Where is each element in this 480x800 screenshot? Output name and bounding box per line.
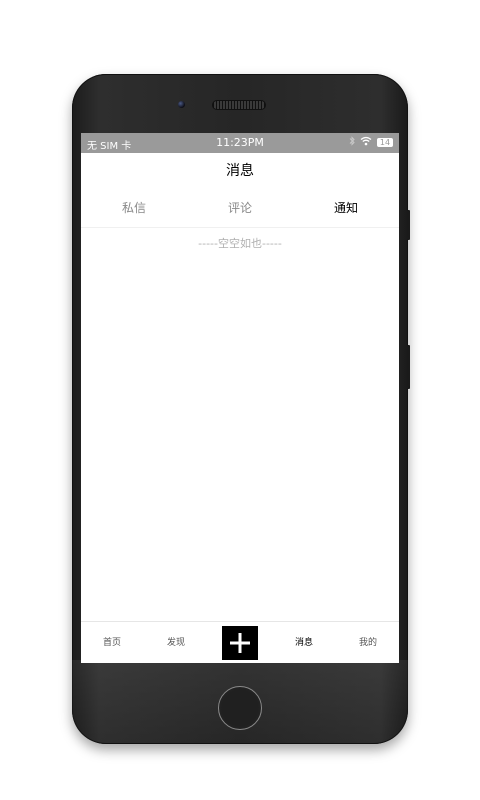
plus-icon bbox=[230, 633, 250, 653]
front-camera bbox=[178, 101, 185, 108]
battery-icon: 14 bbox=[377, 138, 393, 147]
nav-item-discover[interactable]: 发现 bbox=[151, 622, 201, 663]
tab-notifications[interactable]: 通知 bbox=[293, 189, 399, 227]
wifi-icon bbox=[360, 136, 372, 149]
bottom-nav: 首页 发现 消息 我的 bbox=[81, 621, 399, 663]
nav-item-home[interactable]: 首页 bbox=[87, 622, 137, 663]
tab-private-message[interactable]: 私信 bbox=[81, 189, 187, 227]
screen: 无 SIM 卡 11:23PM 14 消息 私信 评论 通知 -----空空如也… bbox=[81, 133, 399, 663]
bluetooth-icon bbox=[349, 136, 355, 149]
volume-button bbox=[407, 210, 410, 240]
nav-item-messages[interactable]: 消息 bbox=[279, 622, 329, 663]
home-button[interactable] bbox=[218, 686, 262, 730]
status-bar: 无 SIM 卡 11:23PM 14 bbox=[81, 133, 399, 153]
earpiece-speaker bbox=[212, 100, 266, 110]
message-tabs: 私信 评论 通知 bbox=[81, 189, 399, 228]
status-icons: 14 bbox=[349, 136, 393, 149]
nav-item-me[interactable]: 我的 bbox=[343, 622, 393, 663]
tab-comments[interactable]: 评论 bbox=[187, 189, 293, 227]
page-title: 消息 bbox=[226, 163, 254, 179]
empty-state-text: -----空空如也----- bbox=[198, 237, 282, 250]
add-post-button[interactable] bbox=[222, 626, 258, 660]
power-button bbox=[407, 345, 410, 389]
